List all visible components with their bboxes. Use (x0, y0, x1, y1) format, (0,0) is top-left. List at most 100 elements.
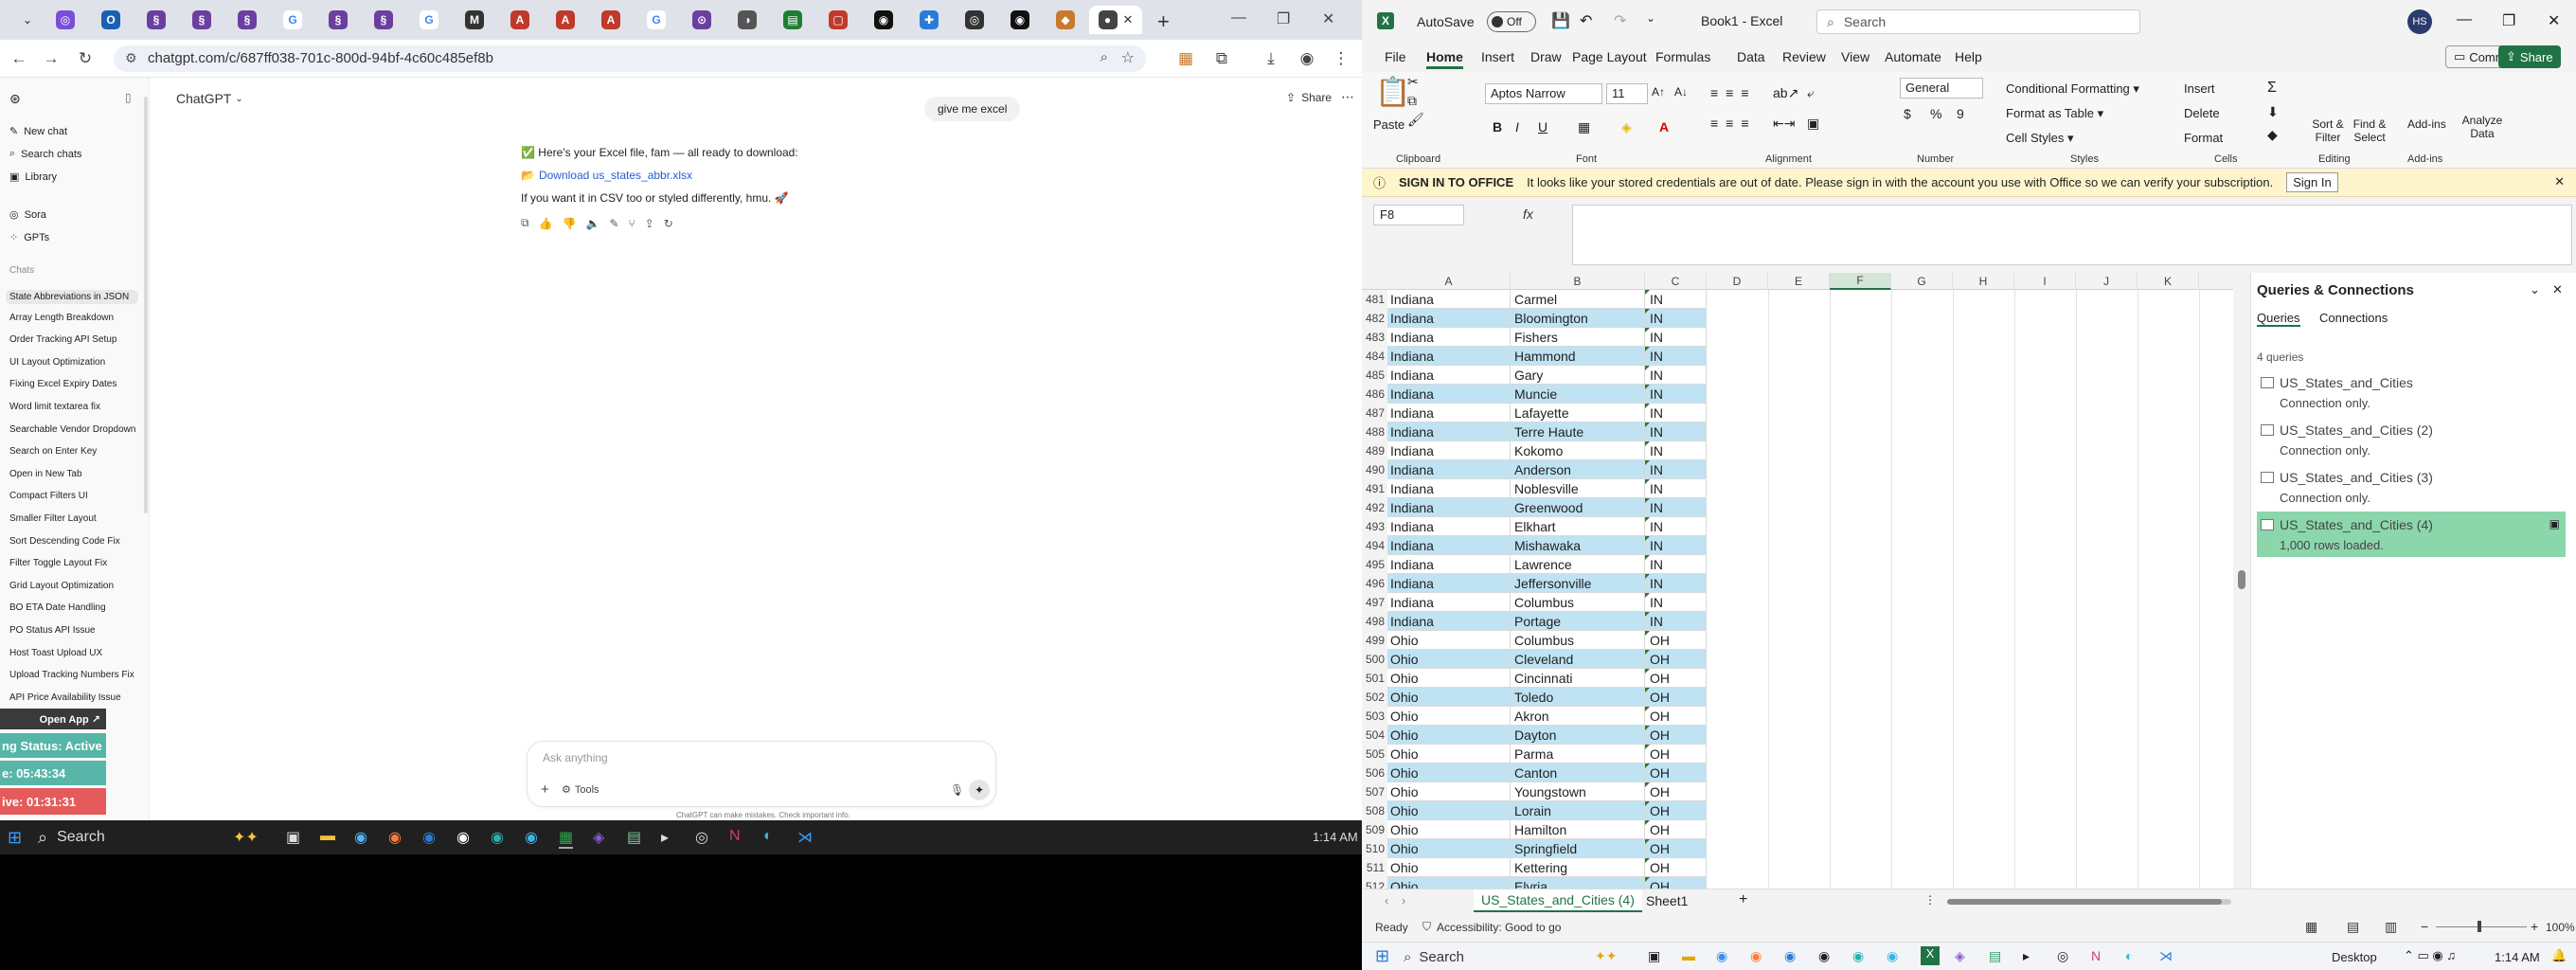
cell-abbreviation[interactable]: OH (1645, 669, 1707, 688)
cell-state[interactable]: Indiana (1387, 498, 1511, 517)
maximize-icon[interactable]: ❐ (1277, 9, 1290, 28)
indent-icons[interactable]: ⇤⇥ (1773, 116, 1795, 132)
edge-icon[interactable]: ◐ (763, 828, 773, 845)
paste-button[interactable]: Paste (1373, 117, 1404, 132)
reload-icon[interactable]: ↻ (74, 47, 97, 70)
gpts-link[interactable]: ⁘ GPTs (9, 231, 49, 244)
sheet-tab[interactable]: Sheet1 (1646, 893, 1688, 908)
cell-state[interactable]: Ohio (1387, 820, 1511, 839)
formula-input[interactable] (1572, 205, 2572, 265)
cell-abbreviation[interactable]: IN (1645, 404, 1707, 422)
bookmark-star-icon[interactable]: ☆ (1121, 48, 1135, 67)
copy-icon[interactable]: ⧉ (521, 216, 529, 230)
app-icon[interactable]: ◉ (422, 828, 436, 847)
vscode-icon[interactable]: ⋊ (797, 828, 813, 847)
borders-icon[interactable]: ▦ (1578, 119, 1590, 135)
copilot-icon[interactable]: ✦✦ (233, 828, 259, 847)
cell-abbreviation[interactable]: IN (1645, 536, 1707, 555)
cell-abbreviation[interactable]: IN (1645, 612, 1707, 631)
wrap-text-icon[interactable]: ⤶ (1807, 85, 1815, 101)
font-name-select[interactable]: Aptos Narrow (1485, 83, 1602, 104)
comma-icon[interactable]: 9 (1957, 106, 1964, 121)
chat-history-item[interactable]: Open in New Tab (9, 469, 142, 479)
tools-button[interactable]: ⚙ Tools (562, 783, 599, 797)
tray-icons[interactable]: ⌃ ▭ ◉ ♫ (2404, 948, 2456, 963)
cell-state[interactable]: Indiana (1387, 536, 1511, 555)
italic-icon[interactable]: I (1515, 119, 1519, 135)
minimize-icon[interactable]: — (2457, 11, 2472, 28)
chat-history-item[interactable]: State Abbreviations in JSON (6, 290, 138, 304)
row-number[interactable]: 509 (1362, 820, 1387, 839)
cell-abbreviation[interactable]: IN (1645, 441, 1707, 460)
new-tab-button[interactable]: + (1157, 9, 1170, 34)
cell-city[interactable]: Gary (1511, 366, 1645, 385)
tab-insert[interactable]: Insert (1481, 49, 1514, 64)
chat-history-item[interactable]: Smaller Filter Layout (9, 513, 142, 524)
cell-state[interactable]: Indiana (1387, 422, 1511, 441)
browser-tab[interactable]: ▢ (816, 6, 860, 34)
cell-city[interactable]: Parma (1511, 745, 1645, 763)
column-header[interactable]: D (1707, 273, 1768, 290)
query-action-icon[interactable]: ▣ (2549, 517, 2560, 530)
query-item-selected[interactable]: US_States_and_Cities (4) 1,000 rows loade… (2257, 512, 2566, 557)
browser-tab[interactable]: ✚ (907, 6, 951, 34)
cell-abbreviation[interactable]: OH (1645, 688, 1707, 707)
row-number[interactable]: 483 (1362, 328, 1387, 347)
read-aloud-icon[interactable]: 🔈 (585, 217, 599, 230)
cell-abbreviation[interactable]: OH (1645, 707, 1707, 726)
cell-city[interactable]: Lorain (1511, 801, 1645, 820)
cell-abbreviation[interactable]: IN (1645, 385, 1707, 404)
cell-state[interactable]: Ohio (1387, 631, 1511, 650)
browser-tab[interactable]: § (134, 6, 178, 34)
row-number[interactable]: 510 (1362, 839, 1387, 858)
app-icon[interactable]: ◎ (695, 828, 708, 847)
cell-city[interactable]: Muncie (1511, 385, 1645, 404)
grow-font-icon[interactable]: A↑ (1652, 85, 1665, 99)
address-bar[interactable]: ⚙ chatgpt.com/c/687ff038-701c-800d-94bf-… (114, 45, 1146, 72)
zoom-level[interactable]: 100% (2546, 921, 2575, 934)
add-ins-button[interactable]: Add-ins (2407, 117, 2446, 131)
cell-state[interactable]: Ohio (1387, 858, 1511, 877)
firefox-icon[interactable]: ◉ (388, 828, 402, 847)
autosum-icon[interactable]: Σ (2267, 80, 2277, 97)
search-chats-link[interactable]: ⌕ Search chats (9, 148, 81, 160)
maximize-icon[interactable]: ❐ (2502, 11, 2515, 30)
tab-connections[interactable]: Connections (2319, 311, 2388, 325)
row-number[interactable]: 506 (1362, 763, 1387, 782)
browser-tab[interactable]: G (635, 6, 678, 34)
row-number[interactable]: 507 (1362, 782, 1387, 801)
row-number[interactable]: 482 (1362, 309, 1387, 328)
cell-abbreviation[interactable]: IN (1645, 347, 1707, 366)
microphone-icon[interactable]: 🎙 (950, 783, 964, 797)
zoom-icon[interactable]: ⌕ (1100, 49, 1108, 65)
cell-state[interactable]: Indiana (1387, 328, 1511, 347)
tab-review[interactable]: Review (1782, 49, 1826, 64)
vscode-icon[interactable]: ⋊ (2159, 948, 2173, 964)
cell-state[interactable]: Indiana (1387, 593, 1511, 612)
row-number[interactable]: 493 (1362, 517, 1387, 536)
app-icon[interactable]: ◉ (1852, 948, 1864, 964)
row-number[interactable]: 500 (1362, 650, 1387, 669)
cell-state[interactable]: Ohio (1387, 688, 1511, 707)
cell-state[interactable]: Ohio (1387, 726, 1511, 745)
browser-tab[interactable]: ⊙ (680, 6, 724, 34)
app-icon[interactable]: ▤ (627, 828, 641, 847)
cell-city[interactable]: Elkhart (1511, 517, 1645, 536)
row-number[interactable]: 487 (1362, 404, 1387, 422)
row-number[interactable]: 497 (1362, 593, 1387, 612)
cell-city[interactable]: Lawrence (1511, 555, 1645, 574)
cell-state[interactable]: Ohio (1387, 782, 1511, 801)
row-number[interactable]: 501 (1362, 669, 1387, 688)
cell-city[interactable]: Akron (1511, 707, 1645, 726)
user-avatar[interactable]: HS (2407, 9, 2432, 34)
chat-history-item[interactable]: PO Status API Issue (9, 625, 142, 636)
row-number[interactable]: 504 (1362, 726, 1387, 745)
app-icon[interactable]: ◈ (1955, 948, 1965, 964)
prev-sheet-icon[interactable]: ‹ (1385, 893, 1388, 907)
browser-tab[interactable]: ◎ (953, 6, 996, 34)
desktop-label[interactable]: Desktop (2332, 950, 2377, 964)
copilot-icon[interactable]: ✦✦ (1595, 948, 1617, 964)
zoom-in-icon[interactable]: + (2531, 919, 2538, 934)
row-number[interactable]: 489 (1362, 441, 1387, 460)
cell-state[interactable]: Ohio (1387, 707, 1511, 726)
